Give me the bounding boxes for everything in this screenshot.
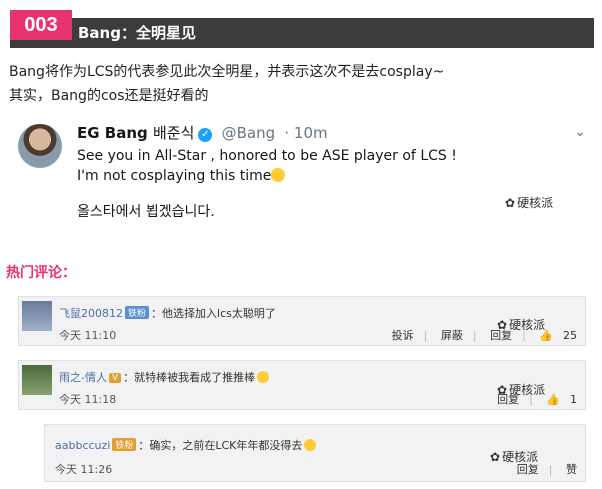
watermark-icon: ✿ [490, 450, 501, 464]
comment-time: 今天 11:26 [55, 463, 113, 476]
watermark-icon: ✿ [505, 196, 516, 210]
tweet-header: EG Bang 배준식 ✓ @Bang · 10m [77, 122, 328, 143]
embedded-tweet: EG Bang 배준식 ✓ @Bang · 10m ⌄ See you in Al… [18, 118, 594, 238]
upside-down-face-icon [271, 168, 286, 182]
like-button[interactable]: 👍 1 [546, 393, 577, 406]
comment-username[interactable]: aabbccuzi [55, 439, 110, 452]
comment-username[interactable]: 飞鼠200812 [59, 307, 123, 320]
avatar[interactable] [22, 301, 52, 331]
tweet-body: See you in All-Star , honored to be ASE … [77, 146, 457, 222]
comment-username[interactable]: 雨之-情人 [59, 371, 107, 384]
watermark: ✿ 硬核派 [505, 196, 554, 210]
hot-comments-title: 热门评论： [6, 265, 76, 281]
section-header: 003 Bang：全明星见 [10, 10, 594, 48]
tweet-handle[interactable]: @Bang [222, 124, 276, 142]
tweet-line-1: See you in All-Star , honored to be ASE … [77, 148, 457, 164]
fan-badge: 铁粉 [125, 306, 150, 319]
like-button[interactable]: 赞 [566, 463, 577, 476]
intro-line-2: 其实，Bang的cos还是挺好看的 [9, 88, 209, 104]
comment-time: 今天 11:10 [59, 329, 117, 342]
watermark: ✿ 硬核派 [497, 383, 546, 397]
like-count: 1 [570, 393, 577, 406]
comment-content: 飞鼠200812 铁粉 ：他选择加入lcs太聪明了 [59, 305, 276, 321]
comment-text: ：他选择加入lcs太聪明了 [151, 307, 276, 320]
emoji-icon [304, 439, 317, 451]
intro-text: Bang将作为LCS的代表参见此次全明星，并表示这次不是去cosplay~ 其实… [9, 60, 594, 108]
comment-content: 雨之-情人 V ：就特棒被我看成了推推棒 [59, 369, 270, 385]
report-button[interactable]: 投诉 [392, 329, 414, 342]
fan-badge: V [108, 373, 122, 383]
tweet-time: · 10m [284, 124, 328, 142]
block-button[interactable]: 屏蔽 [441, 329, 463, 342]
fan-badge: 铁粉 [112, 438, 137, 451]
like-count: 25 [563, 329, 577, 342]
comment-actions: 投诉 | 屏蔽 | 回复 | 👍 25 [391, 329, 577, 342]
comment-content: aabbccuzi 铁粉 ：确实，之前在LCK年年都没得去 [55, 437, 317, 453]
emoji-icon [257, 371, 270, 383]
verified-icon: ✓ [198, 128, 213, 142]
section-title: Bang：全明星见 [78, 24, 196, 42]
tweet-avatar[interactable] [18, 124, 62, 168]
intro-line-1: Bang将作为LCS的代表参见此次全明星，并表示这次不是去cosplay~ [9, 64, 445, 80]
tweet-line-2: I'm not cosplaying this time [77, 166, 457, 186]
chevron-down-icon[interactable]: ⌄ [574, 124, 586, 140]
watermark: ✿ 硬核派 [497, 318, 546, 332]
section-number: 003 [10, 10, 72, 40]
watermark-icon: ✿ [497, 383, 508, 397]
tweet-line-3: 올스타에서 뵙겠습니다. [77, 204, 215, 220]
comment-time: 今天 11:18 [59, 393, 117, 406]
tweet-author-korean-name[interactable]: 배준식 [153, 124, 194, 142]
watermark: ✿ 硬核派 [490, 450, 539, 464]
watermark-icon: ✿ [497, 318, 508, 332]
comment-text: ：就特棒被我看成了推推棒 [123, 371, 256, 384]
comment-text: ：确实，之前在LCK年年都没得去 [138, 439, 303, 452]
tweet-author-name[interactable]: EG Bang [77, 124, 148, 142]
avatar[interactable] [22, 365, 52, 395]
